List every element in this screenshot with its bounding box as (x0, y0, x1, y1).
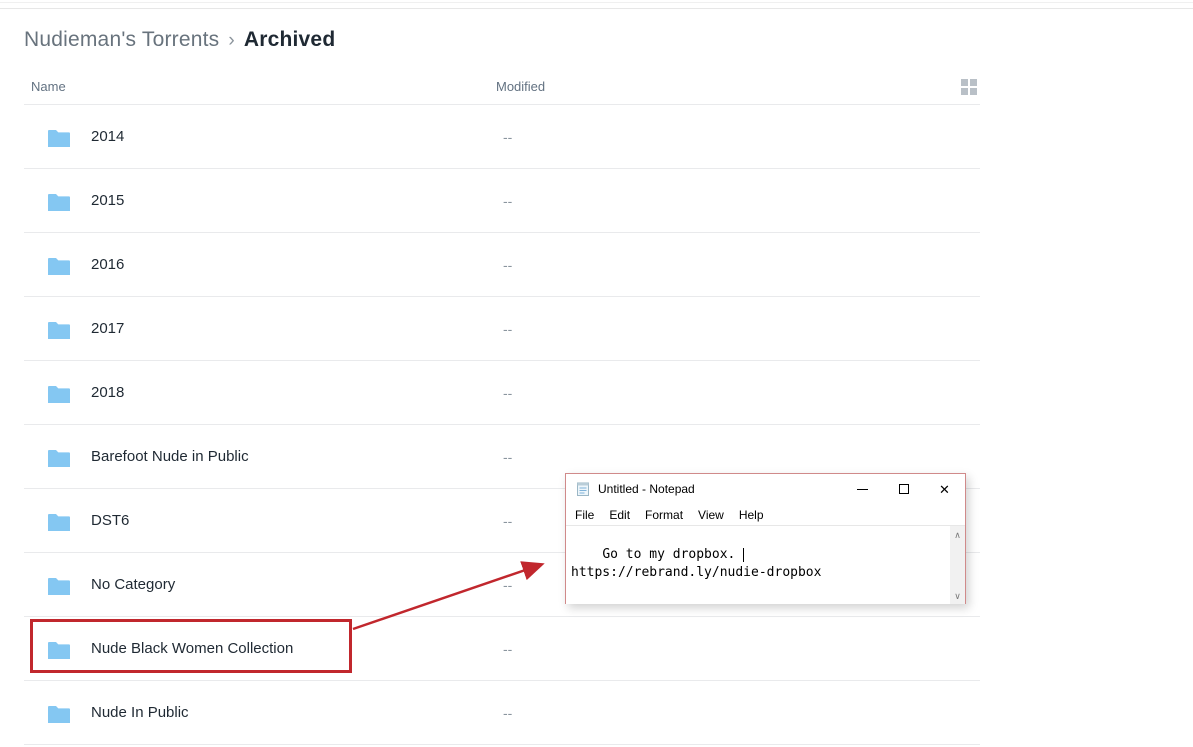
grid-view-icon[interactable] (961, 79, 977, 95)
menu-edit[interactable]: Edit (609, 508, 630, 522)
file-modified: -- (503, 641, 512, 657)
file-row[interactable]: 2018 -- (24, 361, 980, 425)
file-name[interactable]: 2018 (91, 384, 124, 401)
breadcrumb-current: Archived (244, 28, 335, 51)
file-modified: -- (503, 705, 512, 721)
file-name[interactable]: 2016 (91, 256, 124, 273)
close-button[interactable]: ✕ (924, 474, 965, 504)
file-row[interactable]: 2014 -- (24, 105, 980, 169)
folder-icon (47, 575, 71, 595)
column-header-modified[interactable]: Modified (496, 79, 545, 94)
file-row[interactable]: 2015 -- (24, 169, 980, 233)
folder-icon (47, 639, 71, 659)
file-browser: Nudieman's Torrents › Archived Name Modifi… (24, 28, 980, 745)
folder-icon (47, 191, 71, 211)
folder-icon (47, 703, 71, 723)
notepad-text-area[interactable]: Go to my dropbox. https://rebrand.ly/nud… (566, 525, 965, 604)
top-divider (0, 2, 1193, 3)
file-row[interactable]: 2017 -- (24, 297, 980, 361)
file-name[interactable]: 2017 (91, 320, 124, 337)
scroll-down-icon[interactable]: ∨ (950, 588, 965, 603)
folder-icon (47, 447, 71, 467)
notepad-scrollbar[interactable]: ∧ ∨ (950, 526, 965, 604)
notepad-titlebar[interactable]: Untitled - Notepad ✕ (566, 474, 965, 504)
menu-view[interactable]: View (698, 508, 724, 522)
minimize-button[interactable] (842, 474, 883, 504)
menu-format[interactable]: Format (645, 508, 683, 522)
breadcrumb: Nudieman's Torrents › Archived (24, 28, 980, 52)
file-name[interactable]: 2014 (91, 128, 124, 145)
chevron-right-icon: › (228, 30, 235, 51)
maximize-button[interactable] (883, 474, 924, 504)
scroll-up-icon[interactable]: ∧ (950, 527, 965, 542)
file-modified: -- (503, 577, 512, 593)
top-divider-2 (0, 8, 1193, 9)
file-modified: -- (503, 321, 512, 337)
folder-icon (47, 127, 71, 147)
file-name[interactable]: 2015 (91, 192, 124, 209)
file-modified: -- (503, 385, 512, 401)
file-name[interactable]: Barefoot Nude in Public (91, 448, 249, 465)
file-row[interactable]: 2016 -- (24, 233, 980, 297)
text-cursor (743, 548, 744, 562)
notepad-app-icon (575, 481, 591, 497)
notepad-line-2: https://rebrand.ly/nudie-dropbox (571, 565, 821, 580)
file-row-highlighted[interactable]: Nude Black Women Collection -- (24, 617, 980, 681)
notepad-title: Untitled - Notepad (598, 482, 842, 496)
file-row[interactable]: Nude In Public -- (24, 681, 980, 745)
file-name[interactable]: Nude In Public (91, 704, 189, 721)
menu-file[interactable]: File (575, 508, 594, 522)
maximize-icon (899, 484, 909, 494)
notepad-menubar: File Edit Format View Help (566, 504, 965, 525)
file-name[interactable]: Nude Black Women Collection (91, 640, 293, 657)
menu-help[interactable]: Help (739, 508, 764, 522)
file-modified: -- (503, 513, 512, 529)
column-header-name[interactable]: Name (24, 79, 496, 94)
file-modified: -- (503, 449, 512, 465)
folder-icon (47, 319, 71, 339)
close-icon: ✕ (939, 483, 950, 496)
file-name[interactable]: No Category (91, 576, 175, 593)
file-name[interactable]: DST6 (91, 512, 129, 529)
folder-icon (47, 255, 71, 275)
minimize-icon (857, 489, 868, 490)
file-modified: -- (503, 129, 512, 145)
table-header: Name Modified (24, 69, 980, 105)
notepad-line-1: Go to my dropbox. (602, 547, 743, 562)
folder-icon (47, 511, 71, 531)
breadcrumb-parent[interactable]: Nudieman's Torrents (24, 28, 219, 51)
notepad-window: Untitled - Notepad ✕ File Edit Format Vi… (565, 473, 966, 604)
folder-icon (47, 383, 71, 403)
file-modified: -- (503, 193, 512, 209)
file-modified: -- (503, 257, 512, 273)
